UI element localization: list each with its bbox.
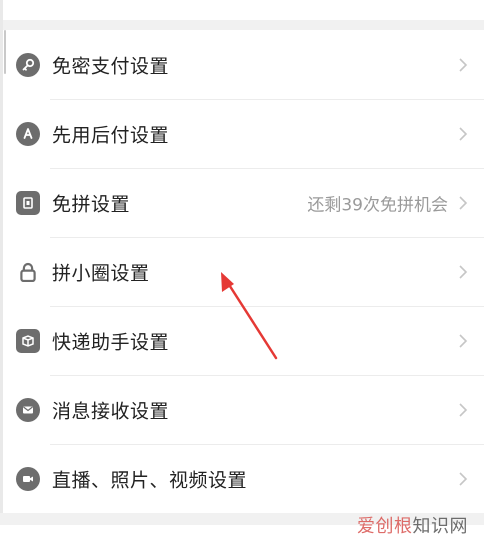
settings-item-delivery-assistant[interactable]: 快递助手设置 xyxy=(0,306,484,375)
settings-item-label: 消息接收设置 xyxy=(52,400,170,422)
chevron-right-icon xyxy=(459,126,468,141)
settings-item-password-free-payment[interactable]: 免密支付设置 xyxy=(0,30,484,99)
settings-item-pay-later[interactable]: 先用后付设置 xyxy=(0,99,484,168)
badge-icon xyxy=(16,121,40,146)
settings-item-label: 快递助手设置 xyxy=(52,331,170,353)
settings-item-label: 直播、照片、视频设置 xyxy=(52,469,248,491)
section-gap-top xyxy=(0,0,484,30)
chevron-right-icon xyxy=(459,57,468,72)
settings-item-label: 免拼设置 xyxy=(52,193,131,215)
ticket-icon xyxy=(16,190,40,215)
settings-item-label: 先用后付设置 xyxy=(52,124,170,146)
settings-list: 免密支付设置 先用后付设置 免拼设置 还剩39次免拼机会 拼小圈设置 快递助手设… xyxy=(0,30,484,513)
settings-item-pin-circle[interactable]: 拼小圈设置 xyxy=(0,237,484,306)
settings-item-message-receive[interactable]: 消息接收设置 xyxy=(0,375,484,444)
chevron-right-icon xyxy=(459,195,468,210)
chevron-right-icon xyxy=(459,333,468,348)
key-icon xyxy=(16,52,40,77)
settings-item-live-photo-video[interactable]: 直播、照片、视频设置 xyxy=(0,444,484,513)
package-icon xyxy=(16,328,40,353)
watermark: 爱创根知识网 xyxy=(357,516,468,537)
remaining-skip-count: 还剩39次免拼机会 xyxy=(307,195,448,215)
settings-item-label: 免密支付设置 xyxy=(52,55,170,77)
chevron-right-icon xyxy=(459,471,468,486)
mail-icon xyxy=(16,397,40,422)
settings-item-skip-group[interactable]: 免拼设置 还剩39次免拼机会 xyxy=(0,168,484,237)
chevron-right-icon xyxy=(459,402,468,417)
video-camera-icon xyxy=(16,466,40,491)
chevron-right-icon xyxy=(459,264,468,279)
lock-icon xyxy=(16,260,40,284)
settings-item-label: 拼小圈设置 xyxy=(52,262,150,284)
